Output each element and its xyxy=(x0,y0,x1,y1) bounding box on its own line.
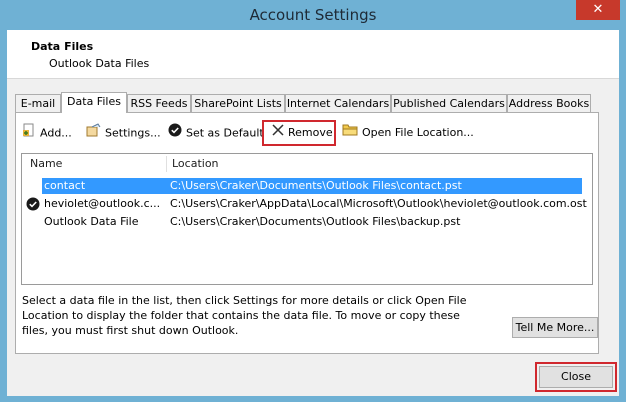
checkmark-circle-icon xyxy=(168,123,182,144)
column-header-location[interactable]: Location xyxy=(172,154,219,174)
open-file-location-label: Open File Location... xyxy=(362,126,474,139)
header-title: Data Files xyxy=(31,40,94,53)
header-subtitle: Outlook Data Files xyxy=(49,57,150,70)
set-as-default-label: Set as Default xyxy=(186,126,264,140)
settings-icon xyxy=(86,123,101,144)
toolbar: Add... Settings... Set as Default Remove… xyxy=(16,119,596,147)
remove-button-label: Remove xyxy=(288,126,333,139)
tab-published-calendars[interactable]: Published Calendars xyxy=(391,94,507,112)
file-location: C:\Users\Craker\Documents\Outlook Files\… xyxy=(170,215,461,228)
add-button[interactable]: Add... xyxy=(22,123,72,143)
tab-rss-feeds[interactable]: RSS Feeds xyxy=(127,94,191,112)
tab-email[interactable]: E-mail xyxy=(15,94,61,112)
settings-button[interactable]: Settings... xyxy=(86,123,161,143)
data-files-panel: Add... Settings... Set as Default Remove… xyxy=(15,112,599,354)
header-panel: Data Files Outlook Data Files xyxy=(7,30,619,79)
file-location: C:\Users\Craker\Documents\Outlook Files\… xyxy=(170,179,462,192)
window-close-button[interactable]: ✕ xyxy=(576,0,620,20)
tab-internet-calendars[interactable]: Internet Calendars xyxy=(285,94,391,112)
file-location: C:\Users\Craker\AppData\Local\Microsoft\… xyxy=(170,197,587,210)
account-settings-window: Account Settings ✕ Data Files Outlook Da… xyxy=(0,0,626,402)
window-title: Account Settings xyxy=(249,6,377,24)
tell-me-more-button[interactable]: Tell Me More... xyxy=(512,317,598,338)
default-check-icon xyxy=(26,197,40,211)
set-as-default-button[interactable]: Set as Default xyxy=(168,123,264,143)
list-item[interactable]: Outlook Data File C:\Users\Craker\Docume… xyxy=(22,214,592,230)
settings-button-label: Settings... xyxy=(105,126,161,140)
list-item[interactable]: contact C:\Users\Craker\Documents\Outloo… xyxy=(22,178,592,194)
column-header-name[interactable]: Name xyxy=(30,154,62,174)
tab-data-files[interactable]: Data Files xyxy=(61,92,127,113)
open-file-location-button[interactable]: Open File Location... xyxy=(342,123,474,143)
dialog-client-area: Data Files Outlook Data Files E-mail Dat… xyxy=(7,30,619,396)
file-name: heviolet@outlook.c... xyxy=(44,197,161,210)
folder-icon xyxy=(342,123,358,143)
remove-button[interactable]: Remove xyxy=(272,123,333,143)
file-name: Outlook Data File xyxy=(44,215,139,228)
add-file-icon xyxy=(22,123,36,144)
tab-address-books[interactable]: Address Books xyxy=(507,94,591,112)
close-button[interactable]: Close xyxy=(539,366,613,388)
data-files-list[interactable]: Name Location contact C:\Users\Craker\Do… xyxy=(21,153,593,285)
x-icon xyxy=(272,123,284,143)
file-name: contact xyxy=(44,179,86,192)
tab-sharepoint-lists[interactable]: SharePoint Lists xyxy=(191,94,285,112)
help-description: Select a data file in the list, then cli… xyxy=(22,294,467,337)
list-item[interactable]: heviolet@outlook.c... C:\Users\Craker\Ap… xyxy=(22,196,592,212)
title-bar[interactable]: Account Settings ✕ xyxy=(0,0,626,30)
add-button-label: Add... xyxy=(40,126,72,140)
column-separator[interactable] xyxy=(166,156,167,172)
